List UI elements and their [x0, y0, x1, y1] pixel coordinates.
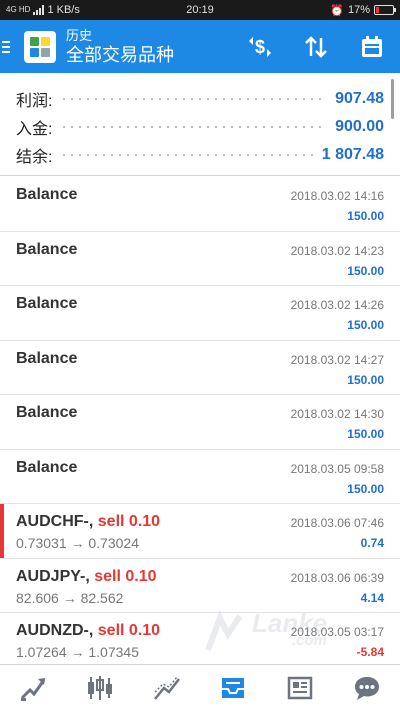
- operation-date: 2018.03.05 09:58: [290, 461, 384, 476]
- nav-quotes[interactable]: [67, 665, 134, 711]
- trade-prices: 82.606 → 82.562: [16, 589, 124, 606]
- operation-name: Balance: [16, 295, 78, 312]
- deposit-value: 900.00: [335, 118, 384, 135]
- operation-date: 2018.03.02 14:27: [290, 352, 384, 367]
- profit-value: 907.48: [335, 90, 384, 107]
- dotted-leader: [60, 98, 328, 100]
- account-summary: 利润: 907.48 入金: 900.00 结余: 1 807.48: [0, 73, 400, 175]
- dollar-arrows-icon: $: [249, 36, 271, 57]
- watermark-sub: .com: [292, 632, 328, 649]
- history-list[interactable]: Balance 2018.03.02 14:16 150.00 Balance …: [0, 177, 400, 664]
- trade-date: 2018.03.06 06:39: [290, 570, 384, 585]
- balance-value: 1 807.48: [321, 146, 384, 163]
- history-row[interactable]: Balance 2018.03.02 14:27 150.00: [0, 341, 400, 395]
- battery-percent: 17%: [347, 4, 370, 16]
- trade-side: sell 0.10: [97, 513, 161, 530]
- battery-icon: [373, 5, 396, 15]
- balance-row: 结余: 1 807.48: [0, 141, 400, 169]
- operation-amount: 150.00: [347, 372, 384, 387]
- trade-chart-icon: [21, 678, 46, 701]
- menu-icon[interactable]: [2, 40, 20, 53]
- sort-button[interactable]: [288, 20, 344, 73]
- trade-title: AUDCHF-, sell 0.10: [16, 513, 160, 531]
- candlestick-icon: [88, 676, 112, 700]
- signal-icon: [33, 5, 45, 15]
- deposit-label: 入金:: [16, 121, 53, 138]
- sort-icon: [305, 35, 327, 58]
- operation-amount: 150.00: [347, 263, 384, 278]
- operation-amount: 150.00: [347, 427, 384, 441]
- profit-row: 利润: 907.48: [0, 85, 400, 113]
- operation-name: Balance: [16, 404, 78, 421]
- operation-name: Balance: [16, 240, 78, 258]
- operation-amount: 150.00: [347, 318, 384, 332]
- nav-history[interactable]: [200, 665, 267, 711]
- status-bar: 4G HD 1 KB/s 20:19 ⏰ 17%: [0, 0, 400, 20]
- app-bar: 历史 全部交易品种 $: [0, 20, 400, 73]
- scrollbar[interactable]: [391, 79, 394, 119]
- operation-amount: 150.00: [347, 481, 384, 496]
- history-row[interactable]: Balance 2018.03.05 09:58 150.00: [0, 450, 400, 504]
- balance-label: 结余:: [16, 149, 53, 166]
- watermark-logo: Lanke .com: [200, 608, 390, 658]
- network-indicator: 4G HD: [6, 5, 31, 14]
- calendar-icon: [362, 35, 382, 57]
- operation-name: Balance: [16, 458, 78, 476]
- history-row[interactable]: Balance 2018.03.02 14:26 150.00: [0, 286, 400, 341]
- operation-date: 2018.03.02 14:23: [290, 243, 384, 258]
- trade-row[interactable]: AUDCHF-, sell 0.10 0.73031 → 0.73024 201…: [0, 504, 400, 559]
- trade-prices: 1.07264 → 1.07345: [16, 644, 139, 660]
- deposit-row: 入金: 900.00: [0, 113, 400, 141]
- page-title: 历史: [66, 27, 93, 43]
- history-inbox-icon: [222, 678, 245, 698]
- metatrader-logo[interactable]: [24, 30, 56, 63]
- nav-chat[interactable]: [333, 665, 400, 711]
- trade-title: AUDJPY-, sell 0.10: [16, 568, 157, 586]
- nav-trade[interactable]: [0, 665, 67, 711]
- history-row[interactable]: Balance 2018.03.02 14:30 150.00: [0, 395, 400, 450]
- operation-date: 2018.03.02 14:26: [290, 298, 384, 312]
- profit-label: 利润:: [16, 93, 53, 110]
- history-row[interactable]: Balance 2018.03.02 14:16 150.00: [0, 177, 400, 232]
- alarm-icon: ⏰: [330, 4, 344, 17]
- trade-profit: 4.14: [360, 590, 384, 605]
- operation-date: 2018.03.02 14:16: [290, 189, 384, 203]
- symbol-filter[interactable]: 全部交易品种: [66, 44, 232, 66]
- operation-amount: 150.00: [347, 209, 384, 223]
- dotted-leader: [60, 154, 314, 156]
- trade-symbol: AUDCHF-,: [16, 513, 94, 530]
- network-speed: 1 KB/s: [47, 4, 80, 16]
- trade-profit: 0.74: [360, 536, 384, 550]
- trade-title: AUDNZD-, sell 0.10: [16, 622, 160, 640]
- trade-date: 2018.03.06 07:46: [290, 516, 384, 530]
- trade-symbol: AUDJPY-,: [16, 567, 90, 585]
- chat-icon: [354, 677, 379, 700]
- operation-name: Balance: [16, 186, 78, 203]
- dotted-leader: [60, 126, 328, 128]
- bottom-nav: [0, 664, 400, 711]
- trade-symbol: AUDNZD-,: [16, 622, 94, 639]
- operation-date: 2018.03.02 14:30: [290, 407, 384, 421]
- trade-side: sell 0.10: [97, 622, 161, 639]
- deposit-button[interactable]: $: [232, 20, 288, 73]
- svg-text:$: $: [255, 37, 265, 57]
- trade-prices: 0.73031 → 0.73024: [16, 535, 139, 551]
- nav-chart[interactable]: [133, 665, 200, 711]
- section-divider: [0, 175, 400, 176]
- operation-name: Balance: [16, 349, 78, 367]
- news-icon: [287, 676, 313, 700]
- history-row[interactable]: Balance 2018.03.02 14:23 150.00: [0, 232, 400, 286]
- trade-row[interactable]: AUDJPY-, sell 0.10 82.606 → 82.562 2018.…: [0, 559, 400, 613]
- calendar-button[interactable]: [344, 20, 400, 73]
- clock: 20:19: [186, 4, 214, 16]
- trade-side: sell 0.10: [94, 567, 157, 585]
- line-chart-icon: [153, 676, 180, 700]
- nav-news[interactable]: [267, 665, 334, 711]
